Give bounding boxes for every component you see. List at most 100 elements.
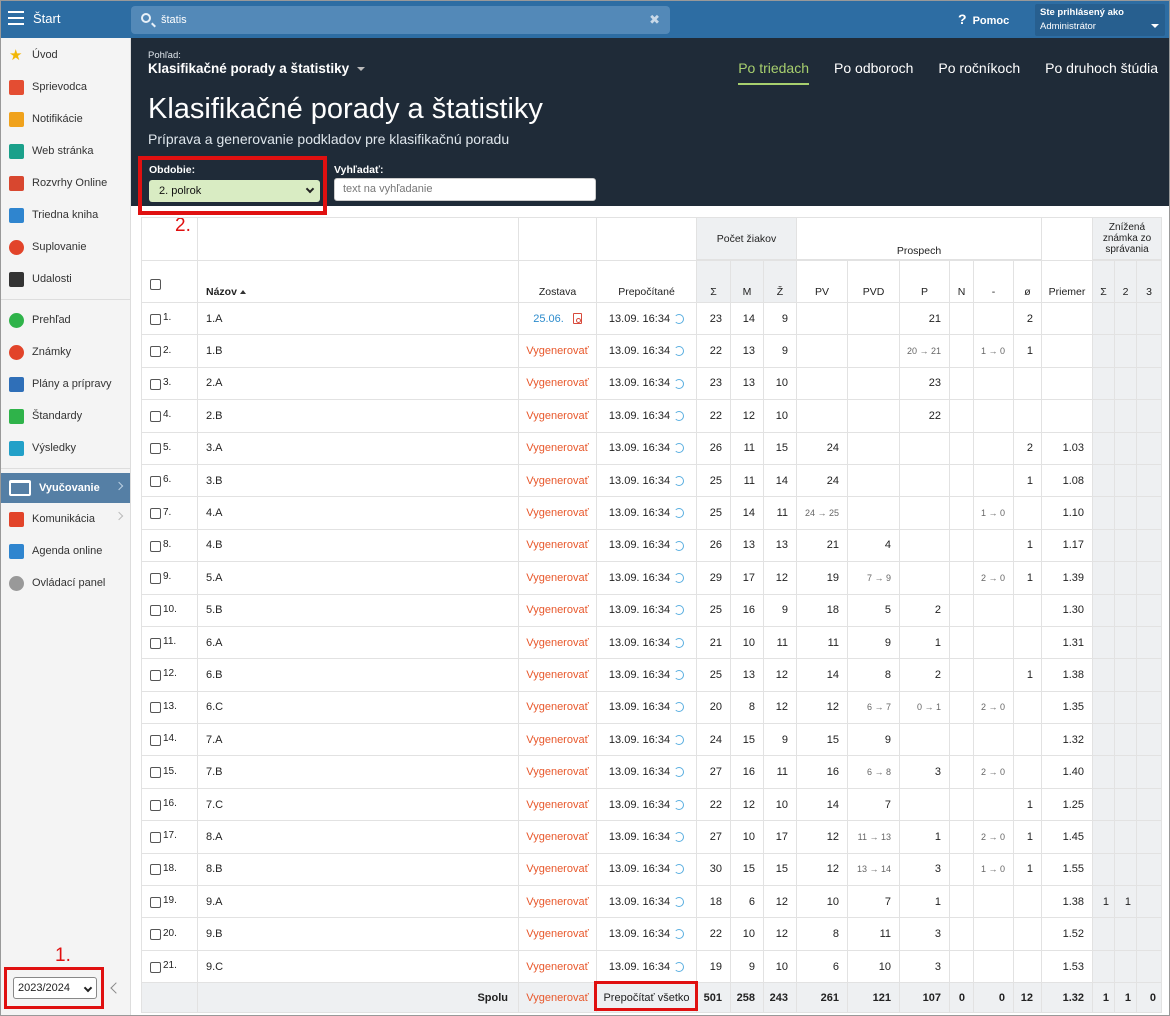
select-all-checkbox[interactable] <box>150 279 161 290</box>
refresh-icon[interactable] <box>674 929 685 940</box>
class-name[interactable]: 1.A <box>197 301 519 336</box>
generate-link[interactable]: Vygenerovať <box>526 896 588 908</box>
table-row[interactable]: 8. 4.B Vygenerovať 13.09. 16:34 26 13 13 21 4 1 1.… <box>141 528 1162 563</box>
refresh-icon[interactable] <box>674 346 685 357</box>
refresh-icon[interactable] <box>674 961 685 972</box>
refresh-icon[interactable] <box>674 799 685 810</box>
sidebar-item-výsledky[interactable]: Výsledky <box>0 432 130 464</box>
row-checkbox[interactable] <box>150 410 161 422</box>
row-checkbox[interactable] <box>150 378 161 390</box>
generate-link[interactable]: Vygenerovať <box>526 507 588 519</box>
table-row[interactable]: 17. 8.A Vygenerovať 13.09. 16:34 27 10 17 12 11 … <box>141 820 1162 854</box>
row-checkbox[interactable] <box>150 475 161 487</box>
row-checkbox[interactable] <box>150 346 161 358</box>
refresh-icon[interactable] <box>674 605 685 616</box>
table-row[interactable]: 3. 2.A Vygenerovať 13.09. 16:34 23 13 10 23 <box>141 366 1162 401</box>
sidebar-item-agenda-online[interactable]: Agenda online <box>0 535 130 567</box>
row-checkbox[interactable] <box>150 443 161 455</box>
clear-icon[interactable]: ✖ <box>649 12 660 28</box>
refresh-icon[interactable] <box>674 670 685 681</box>
sidebar-item-suplovanie[interactable]: Suplovanie <box>0 231 130 263</box>
row-checkbox[interactable] <box>150 734 161 746</box>
menu-icon[interactable] <box>8 11 24 25</box>
table-row[interactable]: 11. 6.A Vygenerovať 13.09. 16:34 21 10 11 11 9 1 1… <box>141 625 1162 660</box>
row-checkbox[interactable] <box>150 864 161 876</box>
class-name[interactable]: 3.A <box>197 431 519 465</box>
class-name[interactable]: 2.A <box>197 366 519 401</box>
pdf-icon[interactable] <box>572 313 582 325</box>
refresh-icon[interactable] <box>674 378 685 389</box>
table-row[interactable]: 10. 5.B Vygenerovať 13.09. 16:34 25 16 9 18 5 2 1.… <box>141 593 1162 627</box>
sidebar-item-štandardy[interactable]: Štandardy <box>0 400 130 432</box>
generate-link[interactable]: Vygenerovať <box>526 604 588 616</box>
sidebar-item-vyučovanie[interactable]: Vyučovanie <box>0 473 130 503</box>
refresh-icon[interactable] <box>674 572 685 583</box>
user-menu[interactable]: Ste prihlásený ako Administrátor <box>1035 4 1165 36</box>
tab-po-druhoch-studia[interactable]: Po druhoch štúdia <box>1045 60 1158 85</box>
generate-link[interactable]: Vygenerovať <box>526 799 588 811</box>
class-name[interactable]: 4.B <box>197 528 519 563</box>
table-row[interactable]: 7. 4.A Vygenerovať 13.09. 16:34 25 14 11 24 → 2… <box>141 496 1162 530</box>
refresh-icon[interactable] <box>674 637 685 648</box>
class-name[interactable]: 8.A <box>197 820 519 854</box>
sidebar-item-úvod[interactable]: ★ Úvod <box>0 39 130 71</box>
class-name[interactable]: 9.A <box>197 885 519 919</box>
table-row[interactable]: 13. 6.C Vygenerovať 13.09. 16:34 20 8 12 12 6 → … <box>141 690 1162 725</box>
generate-all-link[interactable]: Vygenerovať <box>518 982 597 1014</box>
class-name[interactable]: 1.B <box>197 334 519 368</box>
table-row[interactable]: 1. 1.A 25.06. 13.09. 16:34 23 14 9 21 2 <box>141 301 1162 336</box>
row-checkbox[interactable] <box>150 540 161 552</box>
generate-link[interactable]: Vygenerovať <box>526 961 588 973</box>
generate-link[interactable]: Vygenerovať <box>526 345 588 357</box>
generate-link[interactable]: Vygenerovať <box>526 572 588 584</box>
class-name[interactable]: 5.A <box>197 561 519 595</box>
table-row[interactable]: 21. 9.C Vygenerovať 13.09. 16:34 19 9 10 6 10 3 1.… <box>141 949 1162 984</box>
refresh-icon[interactable] <box>674 313 685 324</box>
app-title[interactable]: Štart <box>33 11 60 26</box>
row-checkbox[interactable] <box>150 896 161 908</box>
filter-search-input[interactable]: text na vyhľadanie <box>334 178 596 201</box>
tab-po-triedach[interactable]: Po triedach <box>738 60 810 85</box>
help-button[interactable]: ? Pomoc <box>958 11 1009 27</box>
column-header-nazov[interactable]: Názov <box>197 260 519 303</box>
table-row[interactable]: 18. 8.B Vygenerovať 13.09. 16:34 30 15 15 12 13 … <box>141 852 1162 887</box>
row-checkbox[interactable] <box>150 767 161 779</box>
sidebar-item-rozvrhy-online[interactable]: Rozvrhy Online <box>0 167 130 199</box>
refresh-icon[interactable] <box>674 475 685 486</box>
generate-link[interactable]: Vygenerovať <box>526 863 588 875</box>
row-checkbox[interactable] <box>150 670 161 682</box>
sidebar-item-ovládací-panel[interactable]: Ovládací panel <box>0 567 130 599</box>
table-row[interactable]: 16. 7.C Vygenerovať 13.09. 16:34 22 12 10 14 7 1 1… <box>141 787 1162 822</box>
table-row[interactable]: 15. 7.B Vygenerovať 13.09. 16:34 27 16 11 16 6 →… <box>141 755 1162 789</box>
refresh-icon[interactable] <box>674 864 685 875</box>
collapse-sidebar-icon[interactable] <box>110 982 122 994</box>
generate-link[interactable]: Vygenerovať <box>526 701 588 713</box>
generate-link[interactable]: Vygenerovať <box>526 831 588 843</box>
sidebar-item-udalosti[interactable]: Udalosti <box>0 263 130 295</box>
class-name[interactable]: 6.B <box>197 658 519 692</box>
generate-link[interactable]: Vygenerovať <box>526 442 588 454</box>
class-name[interactable]: 9.B <box>197 917 519 951</box>
sidebar-item-notifikácie[interactable]: Notifikácie <box>0 103 130 135</box>
row-checkbox[interactable] <box>150 637 161 649</box>
table-row[interactable]: 20. 9.B Vygenerovať 13.09. 16:34 22 10 12 8 11 3 1… <box>141 917 1162 951</box>
sidebar-item-známky[interactable]: Známky <box>0 336 130 368</box>
class-name[interactable]: 4.A <box>197 496 519 530</box>
row-checkbox[interactable] <box>150 572 161 584</box>
sidebar-item-komunikácia[interactable]: Komunikácia <box>0 503 130 535</box>
class-name[interactable]: 6.A <box>197 625 519 660</box>
sidebar-item-sprievodca[interactable]: Sprievodca <box>0 71 130 103</box>
refresh-icon[interactable] <box>674 896 685 907</box>
refresh-icon[interactable] <box>674 832 685 843</box>
global-search[interactable]: ✖ <box>131 6 670 34</box>
class-name[interactable]: 9.C <box>197 949 519 984</box>
class-name[interactable]: 3.B <box>197 463 519 498</box>
table-row[interactable]: 6. 3.B Vygenerovať 13.09. 16:34 25 11 14 24 1 1.0… <box>141 463 1162 498</box>
row-checkbox[interactable] <box>150 832 161 844</box>
sidebar-item-plány-a-prípravy[interactable]: Plány a prípravy <box>0 368 130 400</box>
generate-link[interactable]: Vygenerovať <box>526 637 588 649</box>
table-row[interactable]: 2. 1.B Vygenerovať 13.09. 16:34 22 13 9 20 → 21… <box>141 334 1162 368</box>
refresh-icon[interactable] <box>674 410 685 421</box>
table-row[interactable]: 4. 2.B Vygenerovať 13.09. 16:34 22 12 10 22 <box>141 399 1162 433</box>
refresh-icon[interactable] <box>674 443 685 454</box>
